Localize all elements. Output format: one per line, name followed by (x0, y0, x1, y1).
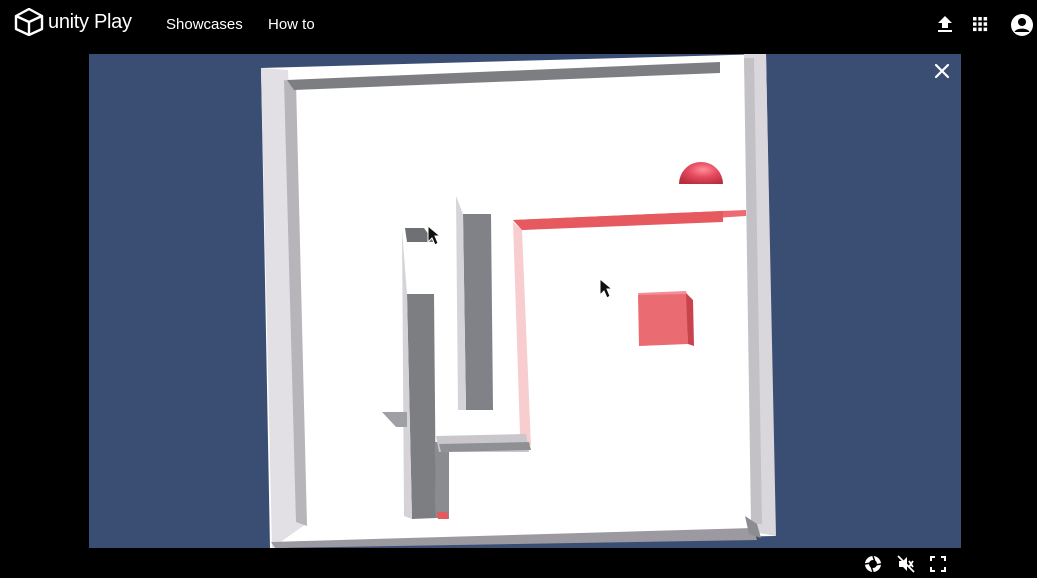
account-icon[interactable] (1010, 13, 1034, 42)
screenshot-icon[interactable] (864, 555, 882, 578)
nav-showcases-link[interactable]: Showcases (166, 16, 243, 33)
red-accent-block (437, 512, 449, 519)
gray-wall-middle (463, 214, 493, 410)
nav-how-to-link[interactable]: How to (268, 16, 315, 33)
close-icon[interactable] (933, 62, 951, 85)
unity-play-logo[interactable]: unity Play (14, 8, 132, 36)
unity-cube-icon (14, 8, 44, 36)
apps-grid-icon[interactable] (971, 13, 989, 40)
gray-wall-lower-stub (435, 442, 449, 518)
gray-wall-left (407, 294, 436, 519)
game-canvas[interactable] (89, 54, 961, 548)
top-nav-bar: unity Play Showcases How to (0, 0, 1037, 50)
logo-text: unity Play (48, 10, 132, 33)
maze-scene (261, 54, 776, 548)
mute-icon[interactable] (897, 555, 915, 578)
upload-icon[interactable] (936, 13, 954, 40)
fullscreen-icon[interactable] (929, 555, 947, 578)
red-cube-front (638, 294, 688, 346)
